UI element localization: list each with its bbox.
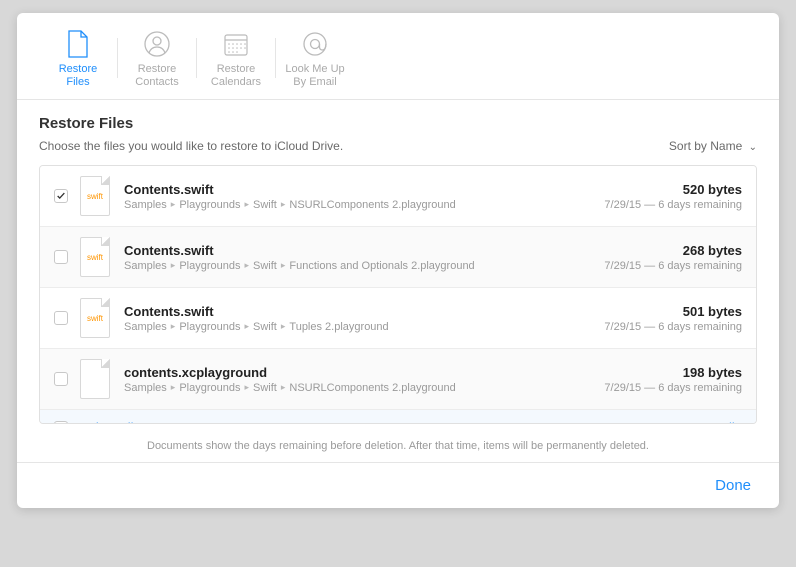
file-meta: 198 bytes 7/29/15 — 6 days remaining xyxy=(604,365,742,394)
tab-restore-files[interactable]: RestoreFiles xyxy=(39,28,117,89)
file-info: Contents.swift Samples▸Playgrounds▸Swift▸… xyxy=(124,182,604,211)
tab-label: RestoreCalendars xyxy=(211,63,261,89)
restore-files-modal: RestoreFiles RestoreContacts xyxy=(17,13,779,508)
file-size: 198 bytes xyxy=(604,365,742,380)
file-meta: 520 bytes 7/29/15 — 6 days remaining xyxy=(604,182,742,211)
file-type-icon: swift xyxy=(80,298,110,338)
file-list: swift Contents.swift Samples▸Playgrounds▸S… xyxy=(39,165,757,424)
file-ext-badge: swift xyxy=(87,253,103,262)
file-path: Samples▸Playgrounds▸Swift▸Functions and … xyxy=(124,260,604,272)
done-button[interactable]: Done xyxy=(715,477,751,494)
file-size: 501 bytes xyxy=(604,304,742,319)
breadcrumb-sep-icon: ▸ xyxy=(171,382,176,393)
sort-by-dropdown[interactable]: Sort by Name ⌄ xyxy=(669,139,757,153)
file-size: 520 bytes xyxy=(604,182,742,197)
tab-label: Look Me UpBy Email xyxy=(285,63,344,89)
file-name: Contents.swift xyxy=(124,304,604,319)
file-expiry: 7/29/15 — 6 days remaining xyxy=(604,382,742,394)
file-type-icon: swift xyxy=(80,237,110,277)
file-expiry: 7/29/15 — 6 days remaining xyxy=(604,321,742,333)
file-info: contents.xcplayground Samples▸Playgrounds… xyxy=(124,365,604,394)
select-all-button[interactable]: Select All xyxy=(80,420,133,424)
contact-icon xyxy=(143,28,171,60)
file-meta: 268 bytes 7/29/15 — 6 days remaining xyxy=(604,243,742,272)
file-path: Samples▸Playgrounds▸Swift▸NSURLComponent… xyxy=(124,382,604,394)
list-footer: Select All Restore File xyxy=(40,410,756,424)
calendar-icon xyxy=(223,28,249,60)
breadcrumb-sep-icon: ▸ xyxy=(281,260,286,271)
file-checkbox[interactable] xyxy=(54,311,68,325)
file-expiry: 7/29/15 — 6 days remaining xyxy=(604,199,742,211)
file-icon xyxy=(67,28,89,60)
restore-file-button[interactable]: Restore File xyxy=(672,420,742,424)
content-area: Restore Files Choose the files you would… xyxy=(17,100,779,462)
file-checkbox[interactable] xyxy=(54,372,68,386)
file-row[interactable]: swift Contents.swift Samples▸Playgrounds▸S… xyxy=(40,227,756,288)
file-checkbox[interactable] xyxy=(54,250,68,264)
deletion-note: Documents show the days remaining before… xyxy=(39,440,757,452)
at-icon xyxy=(301,28,329,60)
file-path: Samples▸Playgrounds▸Swift▸NSURLComponent… xyxy=(124,199,604,211)
select-all-checkbox[interactable] xyxy=(54,421,68,424)
file-expiry: 7/29/15 — 6 days remaining xyxy=(604,260,742,272)
page-title: Restore Files xyxy=(39,115,757,132)
breadcrumb-sep-icon: ▸ xyxy=(281,382,286,393)
file-name: Contents.swift xyxy=(124,182,604,197)
breadcrumb-sep-icon: ▸ xyxy=(171,321,176,332)
breadcrumb-sep-icon: ▸ xyxy=(281,199,286,210)
file-row[interactable]: swift Contents.swift Samples▸Playgrounds▸S… xyxy=(40,166,756,227)
file-ext-badge: swift xyxy=(87,314,103,323)
tab-label: RestoreContacts xyxy=(135,63,178,89)
file-type-icon: swift xyxy=(80,176,110,216)
tab-label: RestoreFiles xyxy=(59,63,98,89)
tab-lookup-email[interactable]: Look Me UpBy Email xyxy=(276,28,354,89)
page-subtitle: Choose the files you would like to resto… xyxy=(39,139,343,153)
file-size: 268 bytes xyxy=(604,243,742,258)
breadcrumb-sep-icon: ▸ xyxy=(171,260,176,271)
tabbar: RestoreFiles RestoreContacts xyxy=(17,13,779,100)
file-meta: 501 bytes 7/29/15 — 6 days remaining xyxy=(604,304,742,333)
breadcrumb-sep-icon: ▸ xyxy=(244,321,249,332)
breadcrumb-sep-icon: ▸ xyxy=(171,199,176,210)
file-checkbox[interactable] xyxy=(54,189,68,203)
file-path: Samples▸Playgrounds▸Swift▸Tuples 2.playg… xyxy=(124,321,604,333)
file-name: Contents.swift xyxy=(124,243,604,258)
file-row[interactable]: swift Contents.swift Samples▸Playgrounds▸S… xyxy=(40,288,756,349)
modal-footer: Done xyxy=(17,462,779,508)
breadcrumb-sep-icon: ▸ xyxy=(244,382,249,393)
breadcrumb-sep-icon: ▸ xyxy=(244,260,249,271)
breadcrumb-sep-icon: ▸ xyxy=(244,199,249,210)
check-icon xyxy=(56,191,66,201)
tab-restore-contacts[interactable]: RestoreContacts xyxy=(118,28,196,89)
file-type-icon xyxy=(80,359,110,399)
file-name: contents.xcplayground xyxy=(124,365,604,380)
file-info: Contents.swift Samples▸Playgrounds▸Swift▸… xyxy=(124,304,604,333)
file-info: Contents.swift Samples▸Playgrounds▸Swift▸… xyxy=(124,243,604,272)
chevron-down-icon: ⌄ xyxy=(749,142,757,153)
sort-label: Sort by Name xyxy=(669,139,742,153)
file-ext-badge: swift xyxy=(87,192,103,201)
file-row[interactable]: contents.xcplayground Samples▸Playgrounds… xyxy=(40,349,756,410)
breadcrumb-sep-icon: ▸ xyxy=(281,321,286,332)
tab-restore-calendars[interactable]: RestoreCalendars xyxy=(197,28,275,89)
